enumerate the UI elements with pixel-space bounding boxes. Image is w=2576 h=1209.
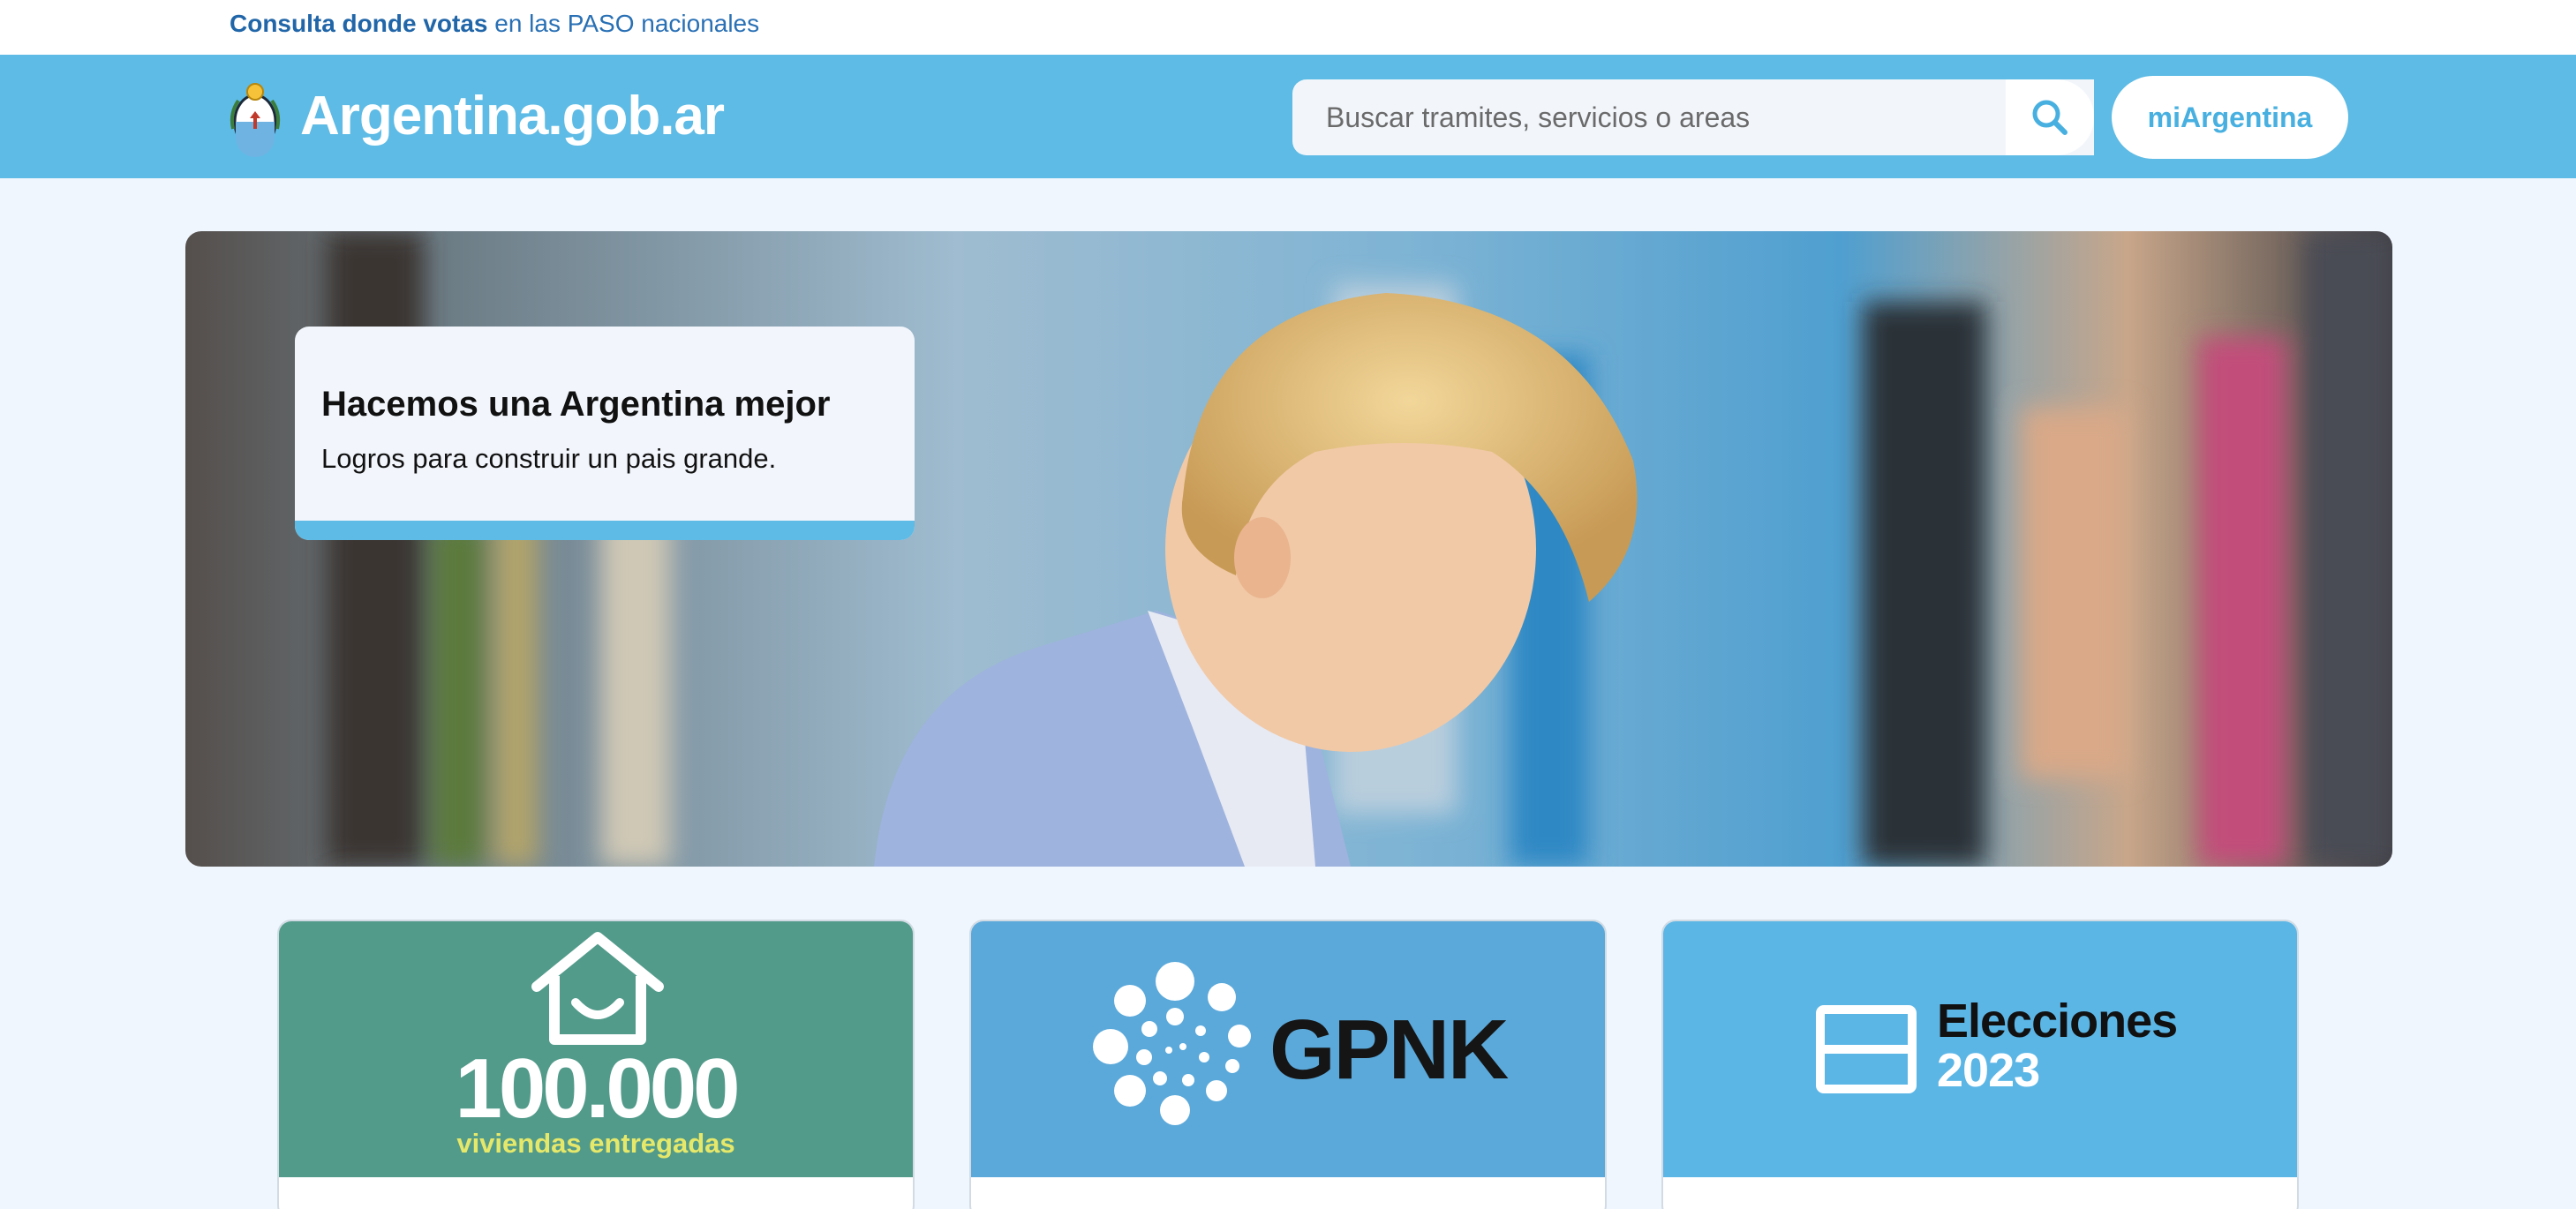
hero-banner[interactable]: Hacemos una Argentina mejor Logros para … (185, 231, 2392, 867)
hero-card[interactable]: Hacemos una Argentina mejor Logros para … (295, 327, 915, 540)
card-viviendas-image: 100.000 viviendas entregadas (279, 921, 913, 1177)
paso-voting-link[interactable]: Consulta donde votas en las PASO naciona… (230, 10, 759, 38)
site-logo-link[interactable]: Argentina.gob.ar (228, 72, 725, 161)
search-box (1292, 79, 2094, 155)
card-gpnk-image: GPNK (971, 921, 1605, 1177)
search-input[interactable] (1292, 79, 2094, 155)
hero-card-accent-bar (295, 521, 915, 540)
ballot-box-icon (1816, 1005, 1917, 1093)
search-button[interactable] (2006, 79, 2094, 155)
announcement-bar: Consulta donde votas en las PASO naciona… (0, 0, 2576, 55)
paso-link-rest: en las PASO nacionales (487, 10, 760, 37)
dots-spiral-icon (1093, 962, 1251, 1125)
hero-title: Hacemos una Argentina mejor (321, 385, 831, 424)
house-smile-icon (531, 932, 664, 1045)
search-icon (2032, 100, 2068, 135)
card-gpnk[interactable]: GPNK (969, 920, 1607, 1209)
site-header: Argentina.gob.ar miArgentina (0, 55, 2576, 178)
card-viviendas[interactable]: 100.000 viviendas entregadas (277, 920, 915, 1209)
viviendas-number: 100.000 (455, 1041, 740, 1136)
hero-subtitle: Logros para construir un pais grande. (321, 443, 777, 474)
miargentina-login-button[interactable]: miArgentina (2112, 76, 2348, 159)
elecciones-year: 2023 (1937, 1044, 2040, 1097)
card-elecciones-image: Elecciones 2023 (1663, 921, 2297, 1177)
coat-of-arms-icon (230, 83, 281, 157)
gpnk-wordmark: GPNK (1269, 1002, 1509, 1097)
elecciones-label: Elecciones (1937, 995, 2178, 1048)
card-elecciones[interactable]: Elecciones 2023 (1661, 920, 2299, 1209)
viviendas-caption: viviendas entregadas (456, 1128, 735, 1159)
paso-link-bold: Consulta donde votas (230, 10, 488, 37)
site-name: Argentina.gob.ar (300, 86, 725, 146)
